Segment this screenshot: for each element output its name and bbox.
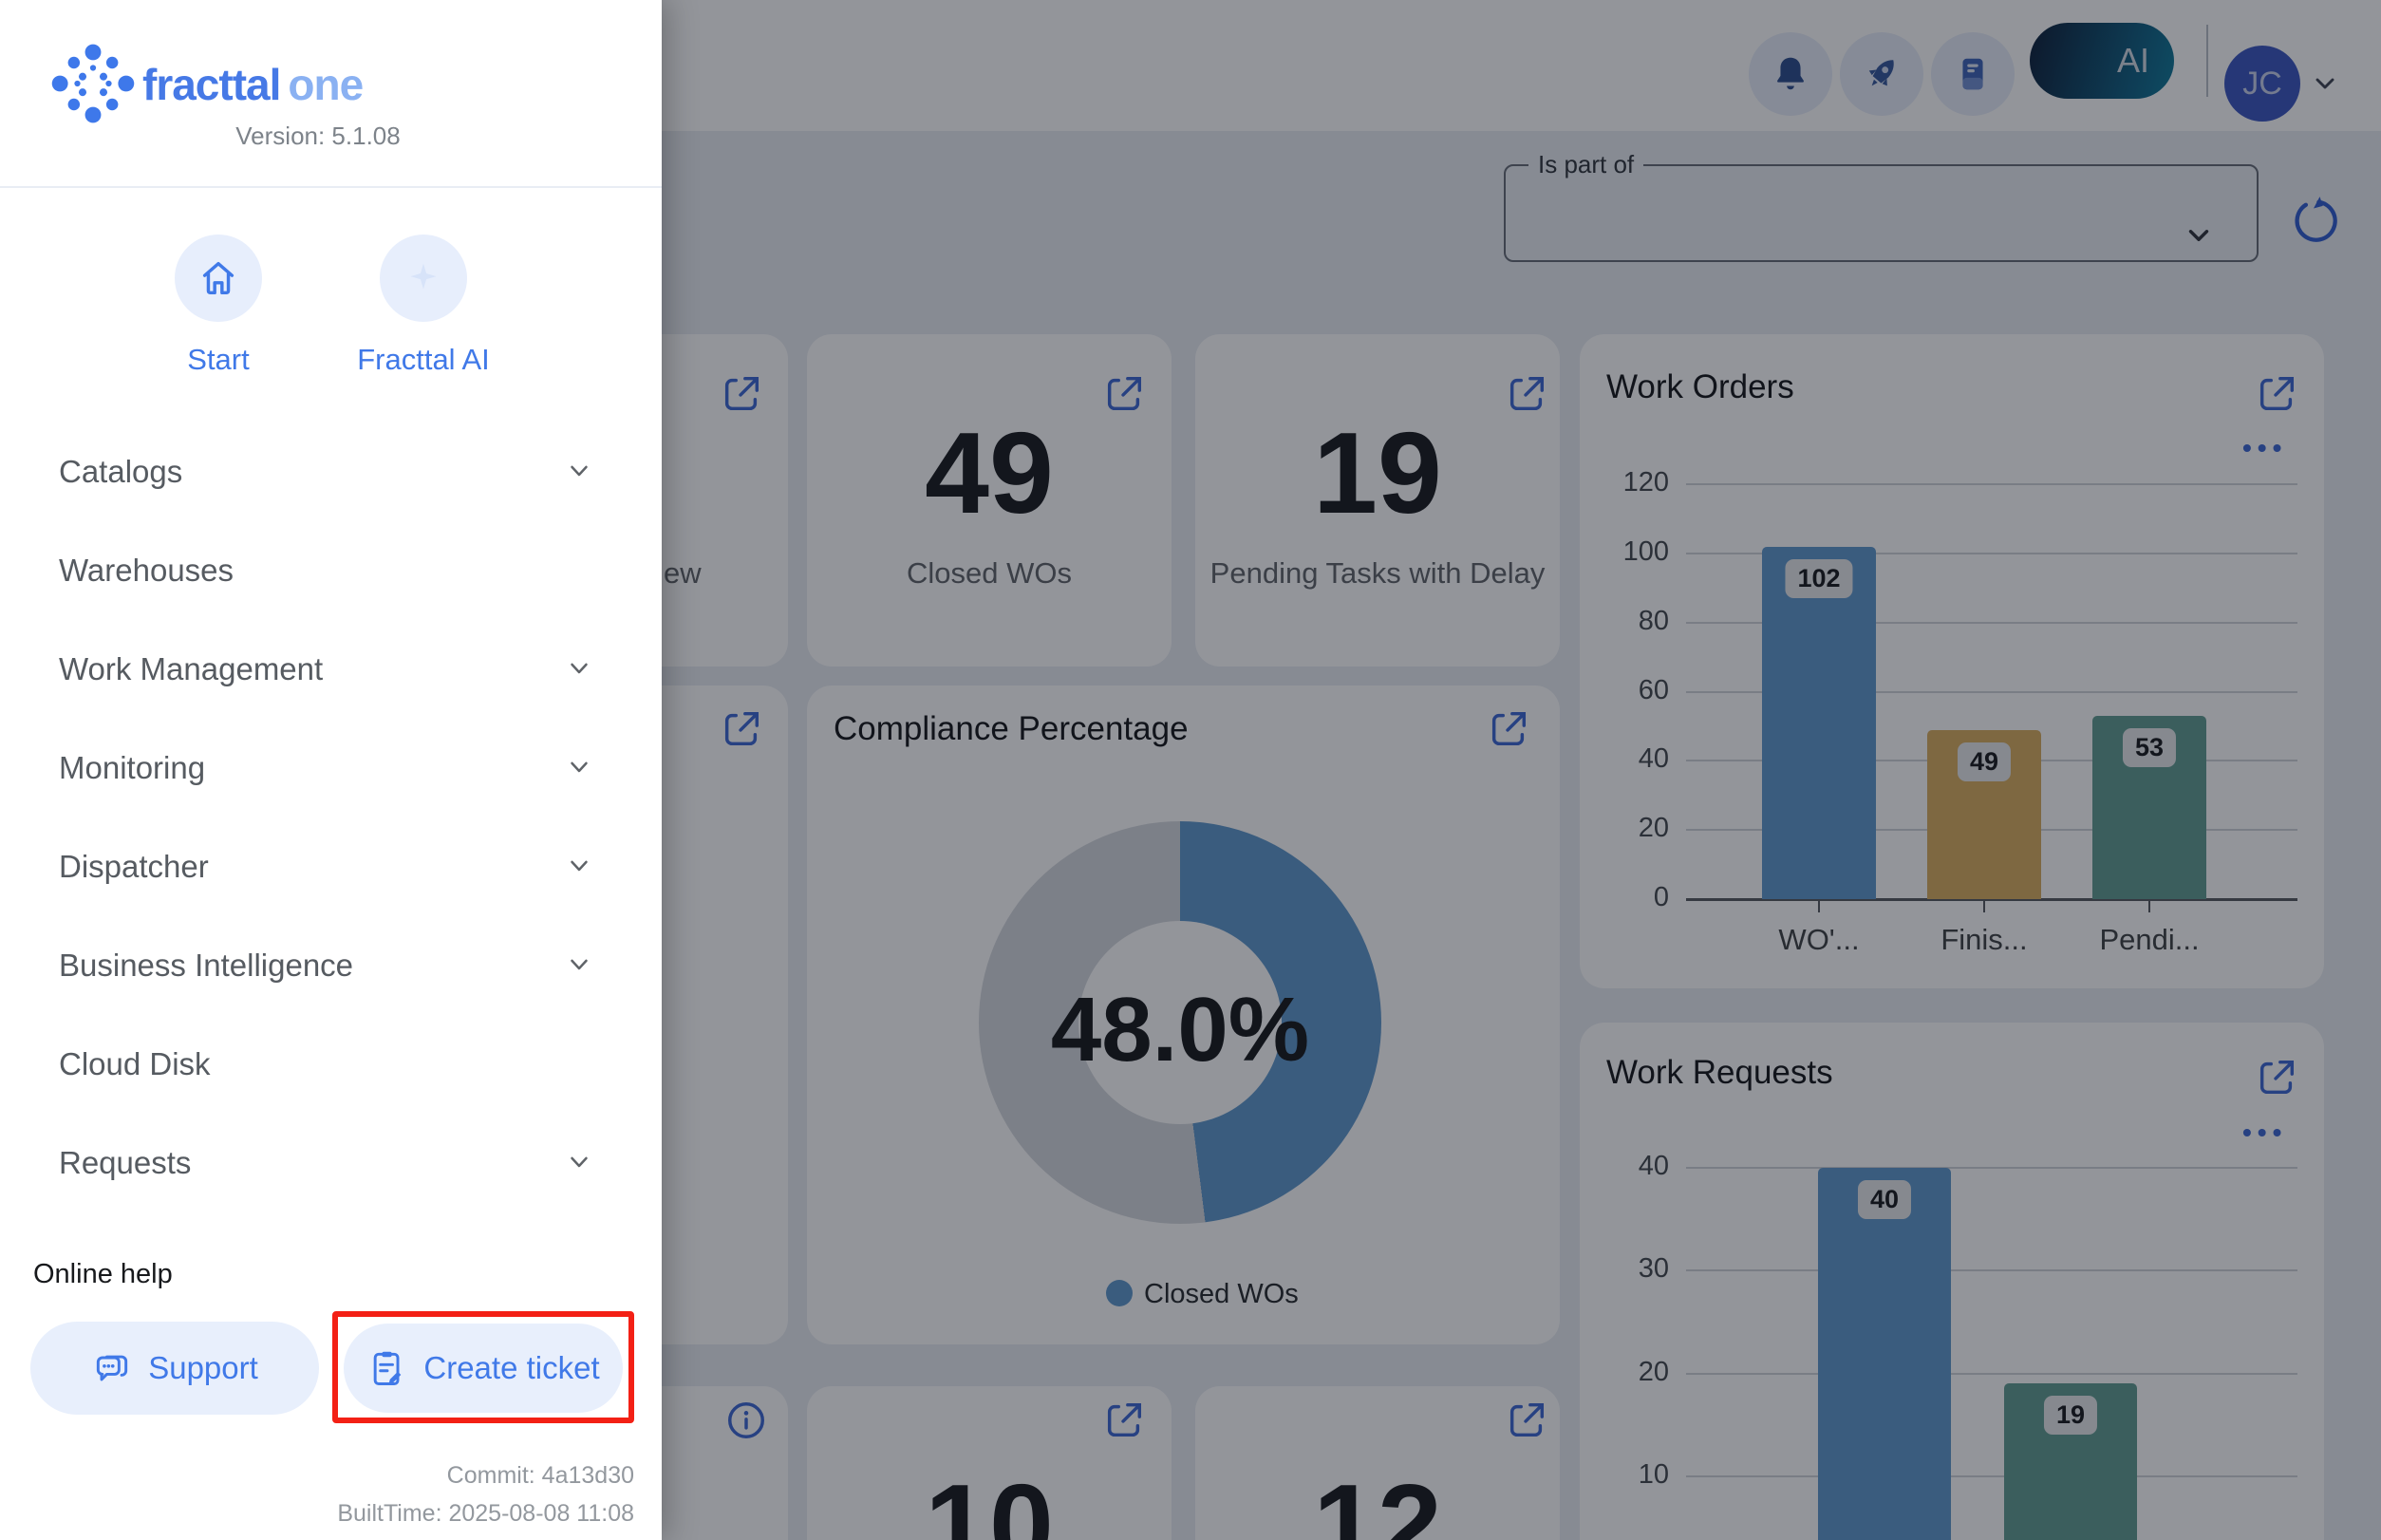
create-ticket-button[interactable]: Create ticket [344,1324,623,1413]
sidebar-item-business-intelligence[interactable]: Business Intelligence [33,916,627,1015]
sidebar-shortcut-fracttal-ai[interactable]: Fracttal AI [328,235,518,377]
sidebar-item-label: Cloud Disk [33,1046,211,1082]
sparkle-icon [402,256,445,300]
app-version: Version: 5.1.08 [142,122,494,151]
sidebar-shortcut-start[interactable]: Start [123,235,313,377]
brand-wordmark: fracttalone [142,59,363,110]
chevron-down-icon [565,752,627,785]
sidebar-item-label: Dispatcher [33,849,209,885]
commit-hash: Commit: 4a13d30 [285,1462,634,1490]
online-help-label: Online help [33,1259,173,1290]
home-icon [197,256,240,300]
sidebar-item-requests[interactable]: Requests [33,1114,627,1212]
create-ticket-icon [366,1347,408,1389]
support-button[interactable]: Support [30,1322,319,1415]
sidebar-item-label: Catalogs [33,454,182,490]
sidebar-item-label: Monitoring [33,750,205,786]
create-ticket-button-label: Create ticket [423,1350,599,1386]
shortcut-start-label: Start [123,343,313,377]
chevron-down-icon [565,851,627,884]
sidebar-item-dispatcher[interactable]: Dispatcher [33,817,627,916]
sidebar-item-label: Requests [33,1145,191,1181]
sidebar-menu: fracttalone Version: 5.1.08 Start Fractt… [0,0,662,1540]
chat-support-icon [91,1347,133,1389]
sidebar-item-cloud-disk[interactable]: Cloud Disk [33,1015,627,1114]
sidebar-divider [0,186,662,188]
chevron-down-icon [565,653,627,686]
chevron-down-icon [565,949,627,983]
app-root: AI JC Is part of ew 49 Closed WOs [0,0,2381,1540]
sidebar-item-label: Business Intelligence [33,948,353,984]
sidebar-item-monitoring[interactable]: Monitoring [33,719,627,817]
sidebar-item-label: Work Management [33,651,323,687]
support-button-label: Support [148,1350,258,1386]
built-time: BuiltTime: 2025-08-08 11:08 [285,1500,634,1528]
fracttal-logo-icon [51,42,135,125]
sidebar-item-catalogs[interactable]: Catalogs [33,423,627,521]
chevron-down-icon [565,456,627,489]
chevron-down-icon [565,1147,627,1180]
modal-overlay[interactable] [662,0,2381,1540]
sidebar-item-warehouses[interactable]: Warehouses [33,521,627,620]
sidebar-item-label: Warehouses [33,553,234,589]
sidebar-item-work-management[interactable]: Work Management [33,620,627,719]
shortcut-fracttal-ai-label: Fracttal AI [328,343,518,377]
